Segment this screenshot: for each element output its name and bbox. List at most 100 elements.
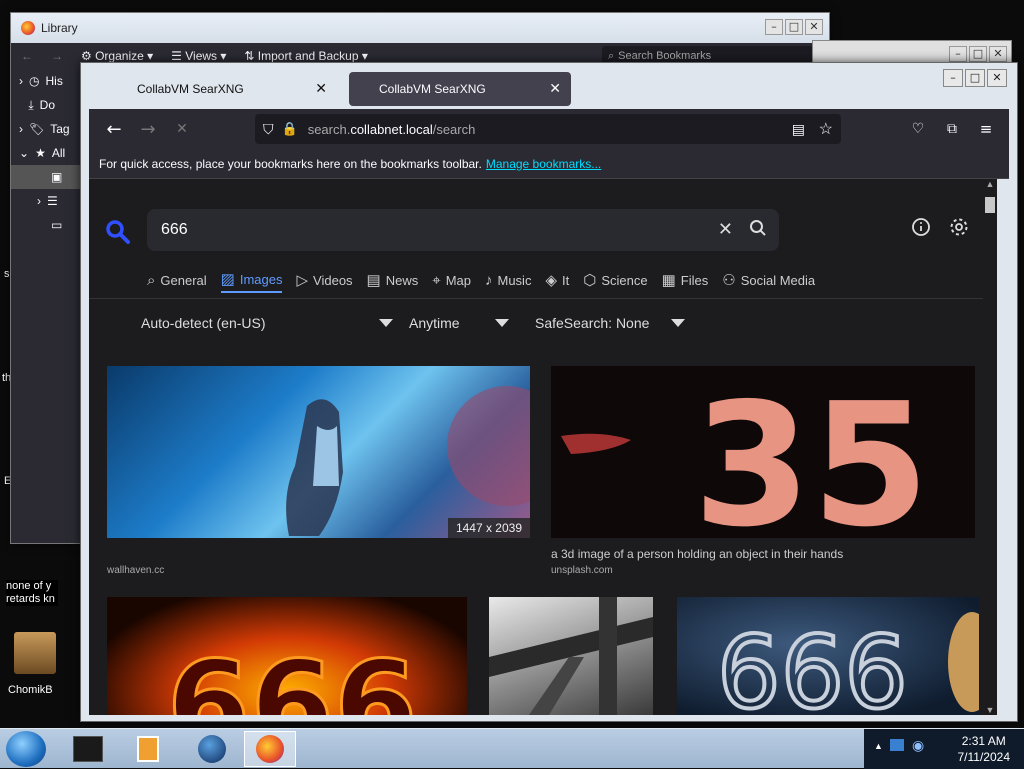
scrollbar[interactable]: ▲ ▼ [983,179,997,715]
taskbar-media-player[interactable] [122,731,174,767]
minimize-icon[interactable]: – [949,46,967,62]
sidebar-label: Tag [50,122,70,136]
search-icon[interactable] [749,219,767,237]
result-caption[interactable]: a 3d image of a person holding an object… [551,547,843,561]
tab-label: Map [445,272,471,288]
close-icon[interactable]: ✕ [987,69,1007,87]
system-tray: ▲ ◉ 2:31 AM 7/11/2024 [864,729,1024,769]
gear-icon[interactable] [949,217,969,237]
searxng-logo-icon[interactable] [105,219,131,245]
library-titlebar[interactable]: Library [11,13,829,43]
sidebar-item-history[interactable]: › ◷ His [11,69,81,93]
sidebar-item-downloads[interactable]: ⤓ Do [11,93,81,117]
cube-icon: ⬡ [583,272,597,289]
sidebar-item-other[interactable]: ▭ [11,213,81,237]
extensions-icon[interactable]: ⧉ [935,114,969,144]
desktop-note: none of y retards kn [6,580,58,607]
minimize-icon[interactable]: – [943,69,963,87]
tab-news[interactable]: ▤ News [367,269,419,293]
image-result[interactable]: 666 [107,597,467,715]
network-icon[interactable] [890,739,904,751]
result-source[interactable]: unsplash.com [551,565,613,576]
result-source[interactable]: wallhaven.cc [107,565,164,576]
sidebar-item-tags[interactable]: › 🏷 Tag [11,117,81,141]
time-range-select[interactable]: Anytime [409,315,509,331]
safesearch-select[interactable]: SafeSearch: None [535,315,685,331]
tab-map[interactable]: ⌖ Map [432,269,471,293]
url-bar[interactable]: ⛉ 🔒 search. collabnet.local/search ▤ ☆ [255,114,841,144]
tab-science[interactable]: ⬡ Science [583,269,647,293]
forward-button[interactable]: → [131,114,165,144]
reader-mode-icon[interactable]: ▤ [792,121,805,138]
maximize-icon[interactable]: □ [785,19,803,35]
taskbar: ▲ ◉ 2:31 AM 7/11/2024 [0,728,1024,769]
bookmarks-toolbar: For quick access, place your bookmarks h… [89,149,1009,179]
image-result[interactable] [489,597,653,715]
language-select[interactable]: Auto-detect (en-US) [141,315,393,331]
maximize-icon[interactable]: □ [965,69,985,87]
chevron-right-icon: › [19,122,23,136]
back-button[interactable]: ← [97,114,131,144]
desktop-icon-label: ChomikB [8,684,53,696]
show-hidden-icon[interactable]: ▲ [874,741,883,751]
tab-searxng-1[interactable]: CollabVM SearXNG ✕ [89,72,337,106]
tab-music[interactable]: ♪ Music [485,269,531,293]
tab-files[interactable]: ▦ Files [662,269,709,293]
taskbar-orb-app[interactable] [186,731,238,767]
browser-window[interactable]: CollabVM SearXNG ✕ CollabVM SearXNG ✕ – … [80,62,1018,722]
toolbar-actions: ♡ ⧉ ≡ [901,114,1003,144]
tab-videos[interactable]: ▷ Videos [296,269,352,293]
sidebar-item-toolbar[interactable]: ▣ [11,165,81,189]
sync-icon[interactable]: ◉ [912,737,924,754]
info-icon[interactable] [911,217,931,237]
lock-icon[interactable]: 🔒 [282,121,298,137]
sidebar-item-all-bookmarks[interactable]: ⌄ ★ All [11,141,81,165]
hamster-desktop-icon[interactable] [14,632,56,674]
scroll-up-icon[interactable]: ▲ [983,179,997,189]
close-icon[interactable]: ✕ [315,81,327,97]
music-note-icon: ♪ [485,271,493,289]
search-input[interactable]: 666 ✕ [147,209,779,251]
maximize-icon[interactable]: □ [969,46,987,62]
tab-label: General [160,272,207,288]
shield-icon[interactable]: ⛉ [263,121,274,138]
close-icon[interactable]: ✕ [549,81,561,97]
scroll-down-icon[interactable]: ▼ [983,705,997,715]
image-result[interactable]: 1447 x 2039 [107,366,530,538]
image-result[interactable]: 666 [677,597,979,715]
image-result[interactable]: 35 [551,366,975,538]
manage-bookmarks-link[interactable]: Manage bookmarks... [486,157,601,171]
back-icon[interactable]: ← [21,49,33,63]
tab-general[interactable]: ⌕ General [147,269,207,293]
clear-search-icon[interactable]: ✕ [718,219,733,240]
sidebar-label: His [45,74,63,88]
sidebar-item-menu[interactable]: › ☰ [11,189,81,213]
tab-it[interactable]: ◈ It [545,269,569,293]
desktop-note-line1: none of y [6,580,52,592]
image-dimensions: 1447 x 2039 [447,518,530,538]
clock[interactable]: 2:31 AM 7/11/2024 [958,733,1011,765]
taskbar-terminal[interactable] [62,731,114,767]
start-button[interactable] [6,731,46,767]
close-icon[interactable]: ✕ [805,19,823,35]
organize-menu[interactable]: ⚙ Organize ▾ [81,49,153,63]
views-menu[interactable]: ☰ Views ▾ [171,49,226,63]
minimize-icon[interactable]: – [765,19,783,35]
star-icon[interactable]: ☆ [819,119,833,139]
tab-social-media[interactable]: ⚇ Social Media [722,269,815,293]
scrollbar-thumb[interactable] [985,197,995,213]
taskbar-firefox[interactable] [244,731,296,767]
tab-images[interactable]: ▨ Images [220,269,283,293]
library-sidebar: › ◷ His ⤓ Do › 🏷 Tag ⌄ ★ All ▣ › ☰ ▭ [11,69,81,543]
tag-icon: 🏷 [29,122,45,136]
import-backup-menu[interactable]: ⇅ Import and Backup ▾ [244,49,367,63]
forward-icon[interactable]: → [51,49,63,63]
menu-icon[interactable]: ≡ [969,114,1003,144]
tab-bar: CollabVM SearXNG ✕ CollabVM SearXNG ✕ [89,69,1009,109]
newspaper-icon: ▤ [366,272,381,289]
stop-icon[interactable]: ✕ [165,114,199,144]
tab-searxng-2[interactable]: CollabVM SearXNG ✕ [349,72,571,106]
close-icon[interactable]: ✕ [989,46,1007,62]
tab-label: Images [239,271,283,287]
pocket-icon[interactable]: ♡ [901,114,935,144]
